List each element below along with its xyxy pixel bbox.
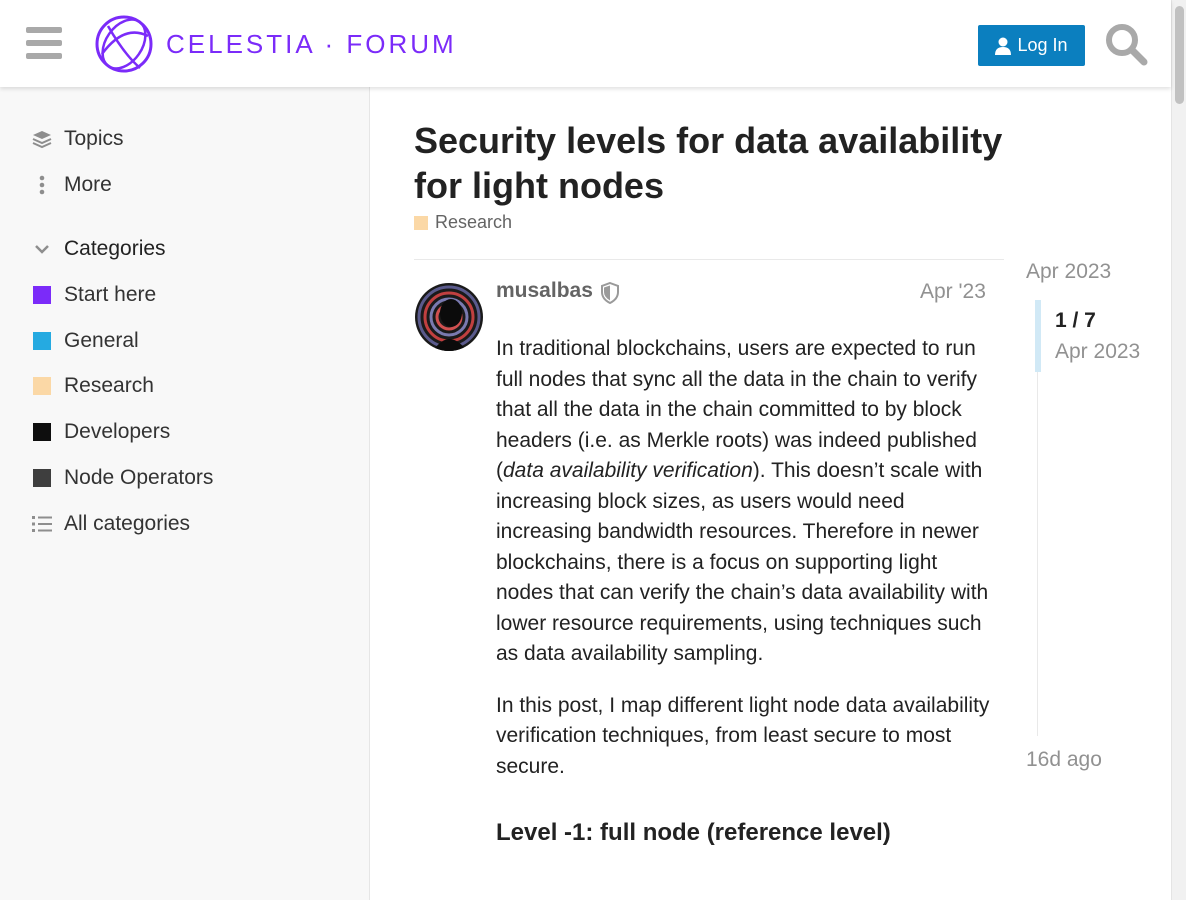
sidebar-item-label: Start here xyxy=(64,283,157,306)
sidebar-category-start-here[interactable]: Start here xyxy=(32,280,156,310)
post-emphasis: data availability verification xyxy=(503,459,753,482)
sidebar-item-label: Node Operators xyxy=(64,466,214,489)
topic-title[interactable]: Security levels for data availability fo… xyxy=(414,118,1054,208)
site-header: CELESTIA · FORUM Log In xyxy=(0,0,1171,87)
post-date[interactable]: Apr '23 xyxy=(920,280,986,304)
search-icon[interactable] xyxy=(1104,22,1148,66)
category-color-swatch xyxy=(33,469,51,487)
sidebar-category-developers[interactable]: Developers xyxy=(32,417,170,447)
sidebar-item-label: All categories xyxy=(64,512,191,535)
sidebar-category-general[interactable]: General xyxy=(32,326,139,356)
sidebar-item-label: Topics xyxy=(64,127,124,150)
categories-toggle[interactable]: Categories xyxy=(32,234,166,264)
sidebar-item-all-categories[interactable]: All categories xyxy=(32,509,190,539)
celestia-logo-icon xyxy=(95,15,153,73)
site-logo[interactable]: CELESTIA · FORUM xyxy=(94,14,457,74)
sidebar-item-label: Research xyxy=(64,374,154,397)
category-color-swatch xyxy=(33,377,51,395)
chevron-down-icon xyxy=(32,239,52,259)
post-paragraph: In this post, I map different light node… xyxy=(496,693,990,778)
user-icon xyxy=(995,37,1012,55)
category-color-swatch xyxy=(33,286,51,304)
login-button[interactable]: Log In xyxy=(978,25,1085,66)
category-color-swatch xyxy=(33,332,51,350)
sidebar-category-research[interactable]: Research xyxy=(32,371,154,401)
post-text: ). This doesn’t scale with increasing bl… xyxy=(496,459,989,665)
shield-icon xyxy=(600,281,620,309)
topic-divider xyxy=(414,259,1004,260)
timeline-post-count: 1 / 7 xyxy=(1055,309,1096,332)
sidebar: Topics More Categories Start here Genera… xyxy=(0,87,370,900)
timeline-scroll-handle[interactable] xyxy=(1035,300,1041,372)
timeline-current-date: Apr 2023 xyxy=(1055,340,1141,363)
post-paragraph: In traditional blockchains, users are ex… xyxy=(496,334,996,670)
post-body: In traditional blockchains, users are ex… xyxy=(496,334,996,849)
hamburger-menu-icon[interactable] xyxy=(26,27,62,59)
sidebar-item-more[interactable]: More xyxy=(32,170,112,200)
avatar[interactable] xyxy=(415,283,483,351)
post-heading: Level -1: full node (reference level) xyxy=(496,819,891,846)
category-color-swatch xyxy=(33,423,51,441)
sidebar-item-topics[interactable]: Topics xyxy=(32,124,124,154)
sidebar-category-node-operators[interactable]: Node Operators xyxy=(32,463,213,493)
post-username[interactable]: musalbas xyxy=(496,279,593,303)
layers-icon xyxy=(32,129,52,149)
topic-category-label: Research xyxy=(435,212,513,232)
sidebar-item-label: General xyxy=(64,329,139,352)
vertical-ellipsis-icon xyxy=(32,175,52,195)
scrollbar-thumb[interactable] xyxy=(1175,6,1184,104)
topic-category-badge[interactable]: Research xyxy=(414,212,512,233)
timeline-end-date[interactable]: 16d ago xyxy=(1026,748,1102,772)
sidebar-item-label: More xyxy=(64,173,112,196)
page-scrollbar[interactable] xyxy=(1171,0,1186,900)
timeline-start-date[interactable]: Apr 2023 xyxy=(1026,260,1111,284)
login-label: Log In xyxy=(1017,35,1068,55)
categories-heading: Categories xyxy=(64,237,166,260)
list-icon xyxy=(32,514,52,534)
logo-text: CELESTIA · FORUM xyxy=(166,28,457,59)
sidebar-item-label: Developers xyxy=(64,420,171,443)
category-color-swatch xyxy=(414,215,428,230)
